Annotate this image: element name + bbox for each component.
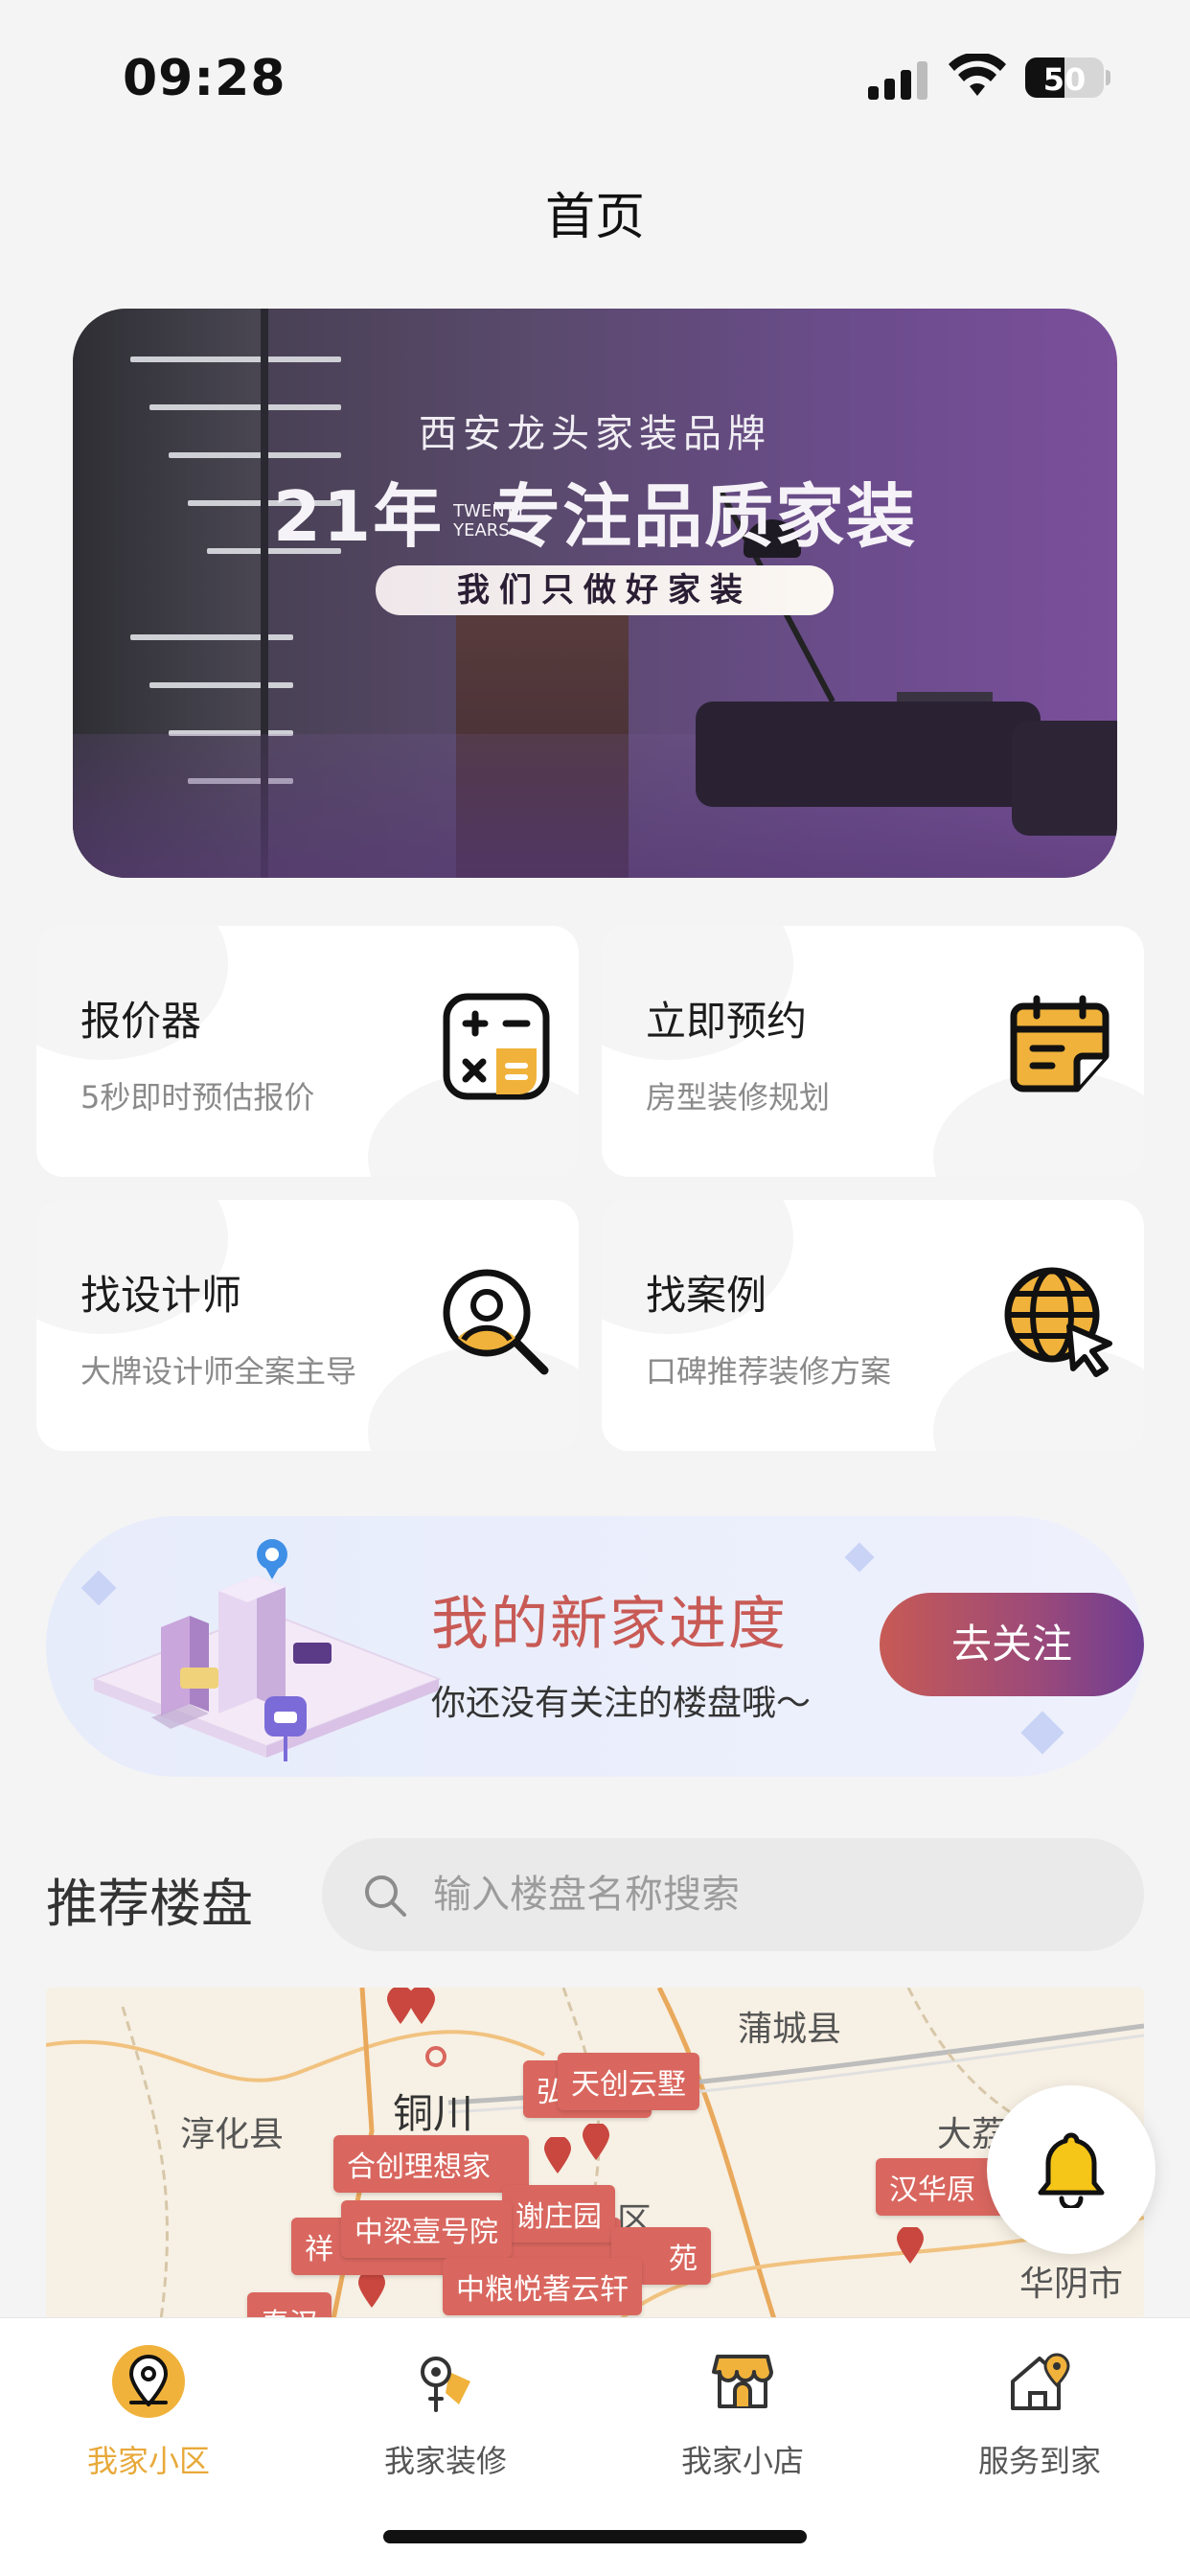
banner-headline: 21年 TWENTY YEARS专注品质家装 (73, 460, 1117, 561)
tab-home-service[interactable]: 服务到家 (891, 2343, 1188, 2479)
follow-button[interactable]: 去关注 (880, 1593, 1144, 1696)
location-pin-icon (112, 2345, 185, 2418)
map-tag[interactable]: 中梁壹号院 (341, 2200, 512, 2258)
isometric-city-icon (91, 1539, 442, 1761)
progress-subtitle: 你还没有关注的楼盘哦～ (431, 1684, 812, 1723)
status-time: 09:28 (123, 50, 286, 107)
search-icon (365, 1875, 406, 1917)
bell-icon (1038, 2132, 1105, 2208)
map-place: 淳化县 (180, 2115, 285, 2154)
progress-title: 我的新家进度 (431, 1591, 788, 1658)
status-bar: 09:28 50 (0, 0, 1190, 144)
map-tag[interactable]: 天创云墅 (558, 2053, 699, 2110)
map-tag[interactable]: 合创理想家 (333, 2135, 529, 2193)
map-place: 铜川 (393, 2090, 474, 2137)
map-pin-icon (358, 2271, 385, 2308)
tab-label: 服务到家 (977, 2443, 1101, 2479)
tab-my-decoration[interactable]: 我家装修 (297, 2343, 594, 2479)
search-input[interactable] (433, 1838, 1104, 1951)
tab-label: 我家小区 (86, 2443, 210, 2479)
map-place: 华阴市 (1019, 2265, 1124, 2304)
wifi-icon (949, 54, 1006, 96)
property-map[interactable]: 蒲城县 铜川 淳化县 大荔 华阴市 区 弘 天创云墅 合创理想家 祥 谢庄园 中… (46, 1988, 1144, 2319)
banner-headline-main: 专注品质家装 (492, 476, 918, 557)
map-pin-icon (897, 2227, 924, 2264)
map-tag[interactable]: 中粮悦著云轩 (443, 2258, 642, 2315)
card-title: 找设计师 (80, 1272, 242, 1319)
designer-search-icon (443, 1269, 549, 1375)
calendar-icon (1010, 995, 1110, 1092)
card-title: 报价器 (80, 998, 202, 1045)
tab-label: 我家装修 (383, 2443, 507, 2479)
brush-icon (421, 2357, 470, 2412)
calculator-icon (443, 993, 550, 1100)
battery-icon: 50 (1025, 58, 1104, 98)
map-tag[interactable]: 谢庄园 (502, 2185, 615, 2242)
map-place: 蒲城县 (738, 2010, 842, 2049)
card-subtitle: 大牌设计师全案主导 (80, 1353, 357, 1390)
recommend-title: 推荐楼盘 (46, 1874, 253, 1934)
banner-subtitle: 西安龙头家装品牌 (419, 412, 771, 456)
map-tag[interactable]: 秦汉 (247, 2292, 332, 2319)
signal-icon (868, 58, 929, 100)
card-subtitle: 5秒即时预估报价 (80, 1079, 315, 1116)
banner-pill: 我们只做好家装 (376, 565, 834, 615)
store-icon (712, 2355, 773, 2408)
tab-label: 我家小店 (680, 2443, 804, 2479)
card-subtitle: 口碑推荐装修方案 (646, 1353, 892, 1390)
banner-headline-years: 21年 (272, 476, 445, 557)
home-indicator (383, 2530, 807, 2543)
map-pin-icon (544, 2137, 571, 2174)
home-service-icon (1011, 2353, 1070, 2410)
tab-my-store[interactable]: 我家小店 (594, 2343, 891, 2479)
banner-sofa (696, 702, 1041, 807)
decor-diamond (1020, 1711, 1064, 1755)
property-search-bar[interactable] (322, 1838, 1144, 1951)
banner-sofa-side (1012, 721, 1117, 836)
card-subtitle: 房型装修规划 (646, 1079, 831, 1116)
find-case-card[interactable]: 找案例 口碑推荐装修方案 (602, 1200, 1144, 1451)
decor-diamond (844, 1542, 875, 1573)
card-title: 找案例 (646, 1272, 767, 1319)
globe-cursor-icon (1004, 1267, 1112, 1377)
quote-calculator-card[interactable]: 报价器 5秒即时预估报价 (36, 926, 579, 1177)
page-title: 首页 (544, 189, 645, 246)
tab-my-community[interactable]: 我家小区 (0, 2343, 297, 2479)
map-pin-icon (408, 1988, 435, 2024)
notification-button[interactable] (987, 2085, 1156, 2254)
find-designer-card[interactable]: 找设计师 大牌设计师全案主导 (36, 1200, 579, 1451)
map-pin-icon (583, 2124, 609, 2160)
appointment-card[interactable]: 立即预约 房型装修规划 (602, 926, 1144, 1177)
battery-level: 50 (1042, 61, 1087, 98)
promo-banner[interactable]: 西安龙头家装品牌 21年 TWENTY YEARS专注品质家装 我们只做好家装 (73, 309, 1117, 878)
banner-headline-tag: TWENTY YEARS (453, 501, 526, 541)
card-title: 立即预约 (646, 998, 808, 1045)
battery-tip (1106, 70, 1110, 85)
new-home-progress: 我的新家进度 你还没有关注的楼盘哦～ 去关注 (46, 1516, 1144, 1777)
